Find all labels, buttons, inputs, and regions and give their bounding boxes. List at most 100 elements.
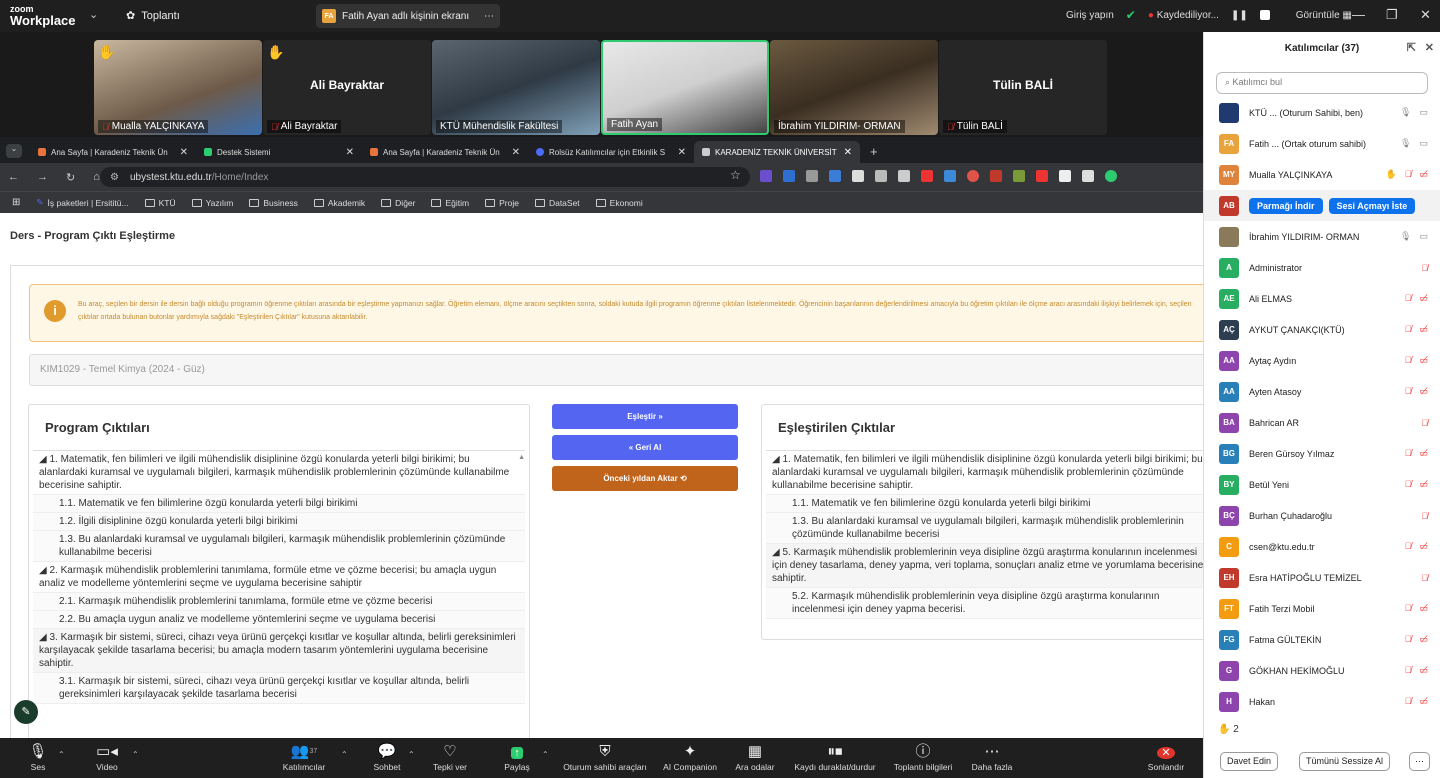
view-button[interactable]: Görüntüle ▦ [1296, 10, 1352, 21]
share-options-caret[interactable]: ⌃ [542, 750, 549, 759]
participant-row[interactable]: AB Parmağı İndir Sesi Açmayı İste [1204, 190, 1440, 221]
extension-icon[interactable] [852, 170, 864, 182]
profile-icon[interactable] [1105, 170, 1117, 182]
participant-row[interactable]: FG Fatma GÜLTEKİN 🎙̸ ▭̸ [1204, 624, 1440, 655]
ask-unmute-button[interactable]: Sesi Açmayı İste [1328, 197, 1416, 214]
video-tile[interactable]: Tülin BALİ 🎙̸ Tülin BALİ [939, 40, 1107, 135]
sub-outcome-item[interactable]: 1.2. İlgili disiplinine özgü konularda y… [33, 513, 525, 531]
bookmark-folder[interactable]: Business [249, 198, 298, 208]
minimize-icon[interactable]: — [1352, 7, 1365, 22]
pause-recording-icon[interactable]: ❚❚ [1231, 10, 1248, 21]
participant-row[interactable]: AA Ayten Atasoy 🎙̸ ▭̸ [1204, 376, 1440, 407]
sub-outcome-item[interactable]: 3.1. Karmaşık bir sistemi, süreci, cihaz… [33, 673, 525, 704]
video-tile[interactable]: İbrahim YILDIRIM- ORMAN [770, 40, 938, 135]
participant-row[interactable]: AÇ AYKUT ÇANAKÇI(KTÜ) 🎙̸ ▭̸ [1204, 314, 1440, 345]
extension-icon[interactable] [875, 170, 887, 182]
video-tile-active-speaker[interactable]: Fatih Ayan [601, 40, 769, 135]
participant-row[interactable]: H Hakan 🎙̸ ▭̸ [1204, 686, 1440, 717]
sub-outcome-item[interactable]: 1.3. Bu alanlardaki kuramsal ve uygulama… [766, 513, 1203, 544]
chevron-down-icon[interactable]: ⌄ [89, 8, 98, 21]
participant-row[interactable]: AA Aytaç Aydın 🎙̸ ▭̸ [1204, 345, 1440, 376]
extensions-puzzle-icon[interactable] [1082, 170, 1094, 182]
bookmark-folder[interactable]: Proje [485, 198, 519, 208]
matched-outcomes-list[interactable]: ◢ 1. Matematik, fen bilimleri ve ilgili … [766, 450, 1203, 626]
host-tools-button[interactable]: ⛨ Oturum sahibi araçları [560, 742, 650, 772]
more-options-button[interactable]: ⋯ [1409, 752, 1430, 771]
extension-icon[interactable] [806, 170, 818, 182]
bookmark-folder[interactable]: Ekonomi [595, 198, 643, 208]
video-tile[interactable]: ✋ 🎙̸ Mualla YALÇINKAYA [94, 40, 262, 135]
outcome-item[interactable]: ◢ 3. Karmaşık bir sistemi, süreci, cihaz… [33, 629, 525, 673]
sub-outcome-item[interactable]: 2.1. Karmaşık mühendislik problemlerini … [33, 593, 525, 611]
bookmark-folder[interactable]: Eğitim [431, 198, 469, 208]
sub-outcome-item[interactable]: 1.3. Bu alanlardaki kuramsal ve uygulama… [33, 531, 525, 562]
tab-search-icon[interactable]: ⌄ [6, 144, 22, 158]
lower-hand-button[interactable]: Parmağı İndir [1249, 197, 1323, 214]
participant-row[interactable]: Ccsen@ktu.edu.tr 🎙̸ ▭̸ [1204, 531, 1440, 562]
end-meeting-button[interactable]: ✕ Sonlandır [1121, 742, 1211, 772]
participant-row[interactable]: FA Fatih ... (Ortak oturum sahibi) 🎙 ▭ [1204, 128, 1440, 159]
extension-icon[interactable] [760, 170, 772, 182]
participant-row[interactable]: BÇ Burhan Çuhadaroğlu 🎙̸ [1204, 500, 1440, 531]
sub-outcome-item[interactable]: 5.2. Karmaşık mühendislik problemlerinin… [766, 588, 1203, 619]
video-tile[interactable]: ✋ Ali Bayraktar 🎙̸ Ali Bayraktar [263, 40, 431, 135]
address-bar[interactable]: ⚙ ubystest.ktu.edu.tr/Home/Index [100, 167, 750, 187]
outcome-item[interactable]: ◢ 1. Matematik, fen bilimleri ve ilgili … [766, 451, 1203, 495]
match-button[interactable]: Eşleştir » [552, 404, 738, 429]
import-previous-year-button[interactable]: Önceki yıldan Aktar ⟲ [552, 466, 738, 491]
maximize-icon[interactable]: ❐ [1386, 7, 1398, 23]
browser-tab-active[interactable]: KARADENİZ TEKNİK ÜNİVERSİT ✕ [694, 141, 860, 163]
pdf-extension-icon[interactable] [921, 170, 933, 182]
bookmark-folder[interactable]: Akademik [313, 198, 365, 208]
scroll-up-icon[interactable]: ▲ [518, 454, 525, 461]
mute-all-button[interactable]: Tümünü Sessize Al [1299, 752, 1391, 771]
extension-icon[interactable] [1013, 170, 1025, 182]
bookmark-folder[interactable]: KTÜ [144, 198, 176, 208]
bookmark-item[interactable]: ✎ İş paketleri | Ersititü... [36, 197, 128, 208]
bookmark-folder[interactable]: Yazılım [191, 198, 233, 208]
popout-icon[interactable]: ⇱ [1407, 41, 1416, 54]
close-panel-icon[interactable]: ✕ [1425, 41, 1434, 54]
signin-button[interactable]: Giriş yapın [1066, 10, 1114, 21]
extension-icon[interactable] [898, 170, 910, 182]
sub-outcome-item[interactable]: 2.2. Bu amaçla uygun analiz ve modelleme… [33, 611, 525, 629]
outcome-item[interactable]: ◢ 2. Karmaşık mühendislik problemlerini … [33, 562, 525, 593]
screen-share-indicator[interactable]: FA Fatih Ayan adlı kişinin ekranı ⋯ [316, 4, 500, 28]
participant-row[interactable]: BG Beren Gürsoy Yılmaz 🎙̸ ▭̸ [1204, 438, 1440, 469]
browser-tab[interactable]: Rolsüz Katılımcılar için Etkinlik S ✕ [528, 141, 694, 163]
new-tab-icon[interactable]: + [870, 144, 878, 159]
home-icon[interactable]: ⌂ [93, 171, 100, 184]
extension-icon[interactable] [1036, 170, 1048, 182]
stop-recording-icon[interactable] [1259, 10, 1270, 20]
extension-icon[interactable] [990, 170, 1002, 182]
edit-pencil-icon[interactable]: ✎ [14, 700, 38, 724]
apps-grid-icon[interactable]: ⊞ [12, 197, 20, 208]
reload-icon[interactable]: ↻ [66, 171, 75, 184]
extension-icon[interactable] [829, 170, 841, 182]
participant-row[interactable]: FT Fatih Terzi Mobil 🎙̸ ▭̸ [1204, 593, 1440, 624]
bookmark-folder[interactable]: Diğer [381, 198, 415, 208]
participant-row[interactable]: KTÜ ... (Oturum Sahibi, ben) 🎙 ▭ [1204, 97, 1440, 128]
forward-icon[interactable]: → [37, 171, 48, 184]
extension-icon[interactable] [944, 170, 956, 182]
breakout-rooms-button[interactable]: ▦ Ara odalar [710, 742, 800, 772]
browser-tab[interactable]: Ana Sayfa | Karadeniz Teknik Ün ✕ [362, 141, 528, 163]
sub-outcome-item[interactable]: 1.1. Matematik ve fen bilimlerine özgü k… [33, 495, 525, 513]
browser-tab[interactable]: Ana Sayfa | Karadeniz Teknik Ün ✕ [30, 141, 196, 163]
participant-search-input[interactable]: ⌕ Katılımcı bul [1216, 72, 1428, 94]
course-select[interactable]: KIM1029 - Temel Kimya (2024 - Güz) [29, 354, 1203, 386]
participant-row[interactable]: AE Ali ELMAS 🎙̸ ▭̸ [1204, 283, 1440, 314]
sub-outcome-item[interactable]: 1.1. Matematik ve fen bilimlerine özgü k… [766, 495, 1203, 513]
close-icon[interactable]: ✕ [1420, 7, 1431, 23]
back-icon[interactable]: ← [8, 171, 19, 184]
extension-icon[interactable] [967, 170, 979, 182]
outcome-item[interactable]: ◢ 1. Matematik, fen bilimleri ve ilgili … [33, 451, 525, 495]
extension-icon[interactable] [1059, 170, 1071, 182]
more-button[interactable]: ⋯ Daha fazla [947, 742, 1037, 772]
bookmark-star-icon[interactable]: ☆ [730, 168, 741, 182]
video-options-caret[interactable]: ⌃ [132, 750, 139, 759]
participant-row[interactable]: EH Esra HATİPOĞLU TEMİZEL 🎙̸ [1204, 562, 1440, 593]
participants-button[interactable]: 👥37 Katılımcılar [259, 742, 349, 772]
site-info-icon[interactable]: ⚙ [110, 172, 119, 183]
participant-row[interactable]: A Administrator 🎙̸ [1204, 252, 1440, 283]
